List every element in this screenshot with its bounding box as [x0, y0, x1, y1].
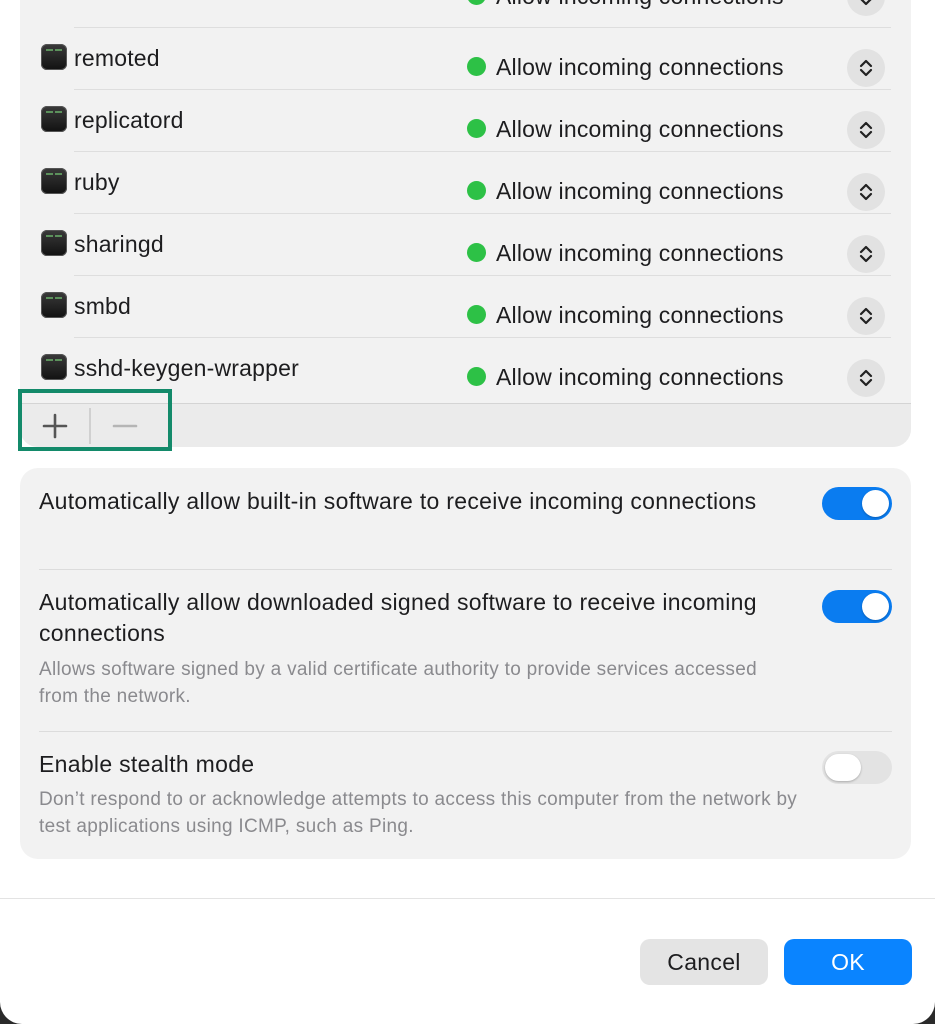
- divider: [0, 898, 935, 899]
- status-popup-button[interactable]: [847, 111, 885, 149]
- status-label: Allow incoming connections: [496, 116, 784, 142]
- firewall-settings-group: Automatically allow built-in software to…: [20, 468, 911, 859]
- terminal-app-icon: [41, 168, 67, 194]
- chevron-up-down-icon: [859, 245, 873, 263]
- status-dot-icon: [467, 181, 486, 200]
- list-item[interactable]: ruby Allow incoming connections: [20, 151, 911, 213]
- terminal-app-icon: [41, 354, 67, 380]
- app-name: sshd-keygen-wrapper: [74, 355, 299, 381]
- status-label: Allow incoming connections: [496, 0, 784, 10]
- list-item[interactable]: replicatord Allow incoming connections: [20, 89, 911, 151]
- status-dot-icon: [467, 367, 486, 386]
- status-dot-icon: [467, 57, 486, 76]
- list-item[interactable]: sharingd Allow incoming connections: [20, 213, 911, 275]
- chevron-up-down-icon: [859, 59, 873, 77]
- chevron-up-down-icon: [859, 121, 873, 139]
- builtin-software-toggle[interactable]: [822, 487, 892, 520]
- list-item[interactable]: smbd Allow incoming connections: [20, 275, 911, 337]
- app-list: Allow incoming connections remoted Allow…: [20, 0, 911, 447]
- chevron-up-down-icon: [859, 369, 873, 387]
- list-item[interactable]: Allow incoming connections: [20, 0, 911, 18]
- list-item[interactable]: remoted Allow incoming connections: [20, 27, 911, 89]
- status-label: Allow incoming connections: [496, 178, 784, 204]
- app-name: remoted: [74, 45, 160, 71]
- signed-software-label: Automatically allow downloaded signed so…: [39, 589, 757, 646]
- chevron-up-down-icon: [860, 0, 872, 6]
- status-label: Allow incoming connections: [496, 54, 784, 80]
- status-dot-icon: [467, 119, 486, 138]
- terminal-app-icon: [41, 106, 67, 132]
- toggle-knob: [862, 593, 889, 620]
- builtin-software-setting: Automatically allow built-in software to…: [20, 468, 911, 569]
- stealth-mode-label: Enable stealth mode: [39, 751, 255, 777]
- status-label: Allow incoming connections: [496, 364, 784, 390]
- signed-software-description: Allows software signed by a valid certif…: [39, 659, 757, 707]
- toggle-knob: [825, 754, 861, 781]
- terminal-app-icon: [41, 44, 67, 70]
- status-dot-icon: [467, 0, 486, 5]
- builtin-software-label: Automatically allow built-in software to…: [39, 488, 757, 514]
- app-name: sharingd: [74, 231, 164, 257]
- status-dot-icon: [467, 243, 486, 262]
- status-popup-button[interactable]: [847, 49, 885, 87]
- add-remove-highlight: [18, 389, 172, 451]
- cancel-button[interactable]: Cancel: [640, 939, 768, 985]
- terminal-app-icon: [41, 230, 67, 256]
- app-name: smbd: [74, 293, 132, 319]
- terminal-app-icon: [41, 292, 67, 318]
- status-popup-button[interactable]: [847, 359, 885, 397]
- status-popup-button[interactable]: [847, 173, 885, 211]
- stealth-mode-description: Don’t respond to or acknowledge attempts…: [39, 789, 798, 837]
- ok-button[interactable]: OK: [784, 939, 912, 985]
- signed-software-setting: Automatically allow downloaded signed so…: [20, 569, 911, 731]
- firewall-options-sheet: Allow incoming connections remoted Allow…: [0, 0, 935, 1024]
- app-name: ruby: [74, 169, 120, 195]
- status-popup-button[interactable]: [847, 297, 885, 335]
- stealth-mode-toggle[interactable]: [822, 751, 892, 784]
- status-popup-button[interactable]: [847, 235, 885, 273]
- app-name: replicatord: [74, 107, 184, 133]
- signed-software-toggle[interactable]: [822, 590, 892, 623]
- toggle-knob: [862, 490, 889, 517]
- chevron-up-down-icon: [859, 183, 873, 201]
- status-label: Allow incoming connections: [496, 302, 784, 328]
- status-popup-button[interactable]: [847, 0, 885, 16]
- status-label: Allow incoming connections: [496, 240, 784, 266]
- chevron-up-down-icon: [859, 307, 873, 325]
- stealth-mode-setting: Enable stealth mode Don’t respond to or …: [20, 731, 911, 859]
- status-dot-icon: [467, 305, 486, 324]
